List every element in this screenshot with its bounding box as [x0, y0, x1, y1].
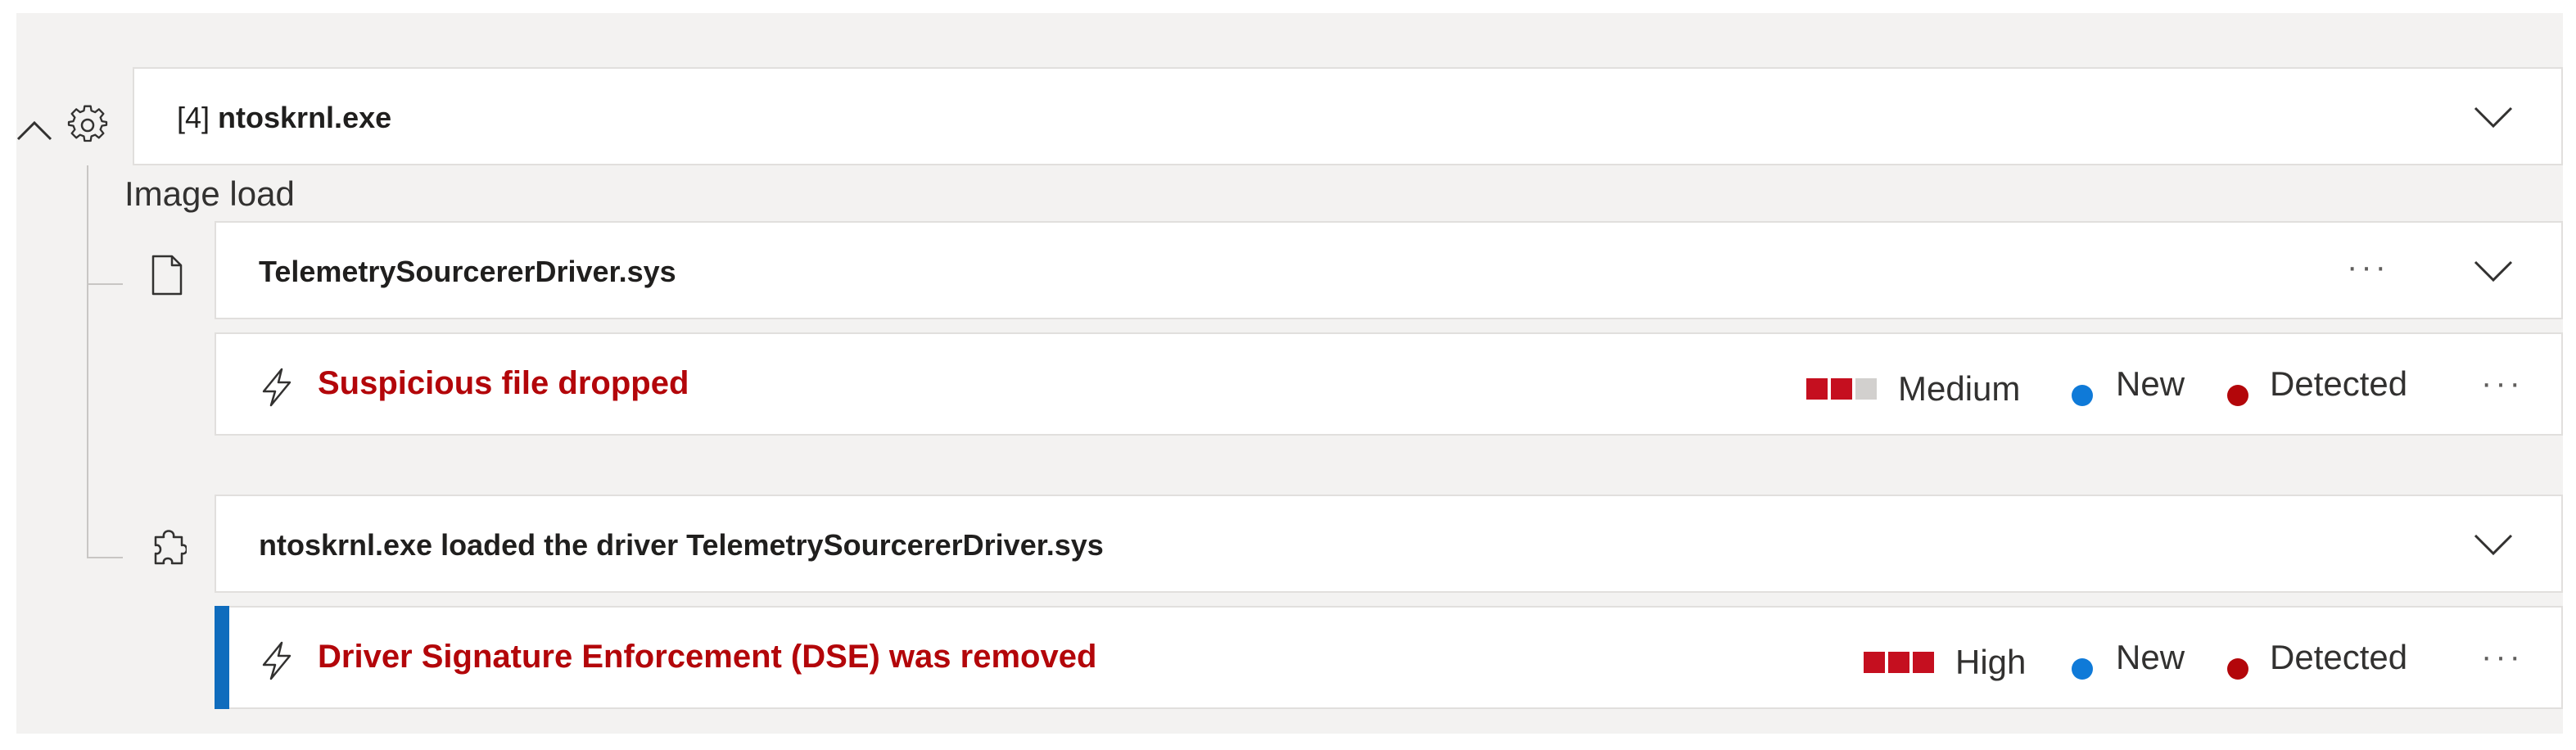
- document-icon: [151, 255, 183, 296]
- status-label: New: [2116, 364, 2185, 403]
- status-new-dot: [2072, 658, 2093, 680]
- alert-card-selected[interactable]: Driver Signature Enforcement (DSE) was r…: [215, 606, 2563, 709]
- file-node-icon: [151, 254, 183, 296]
- alert-icon: [259, 367, 295, 408]
- severity-indicator: [1864, 652, 1937, 673]
- file-name: TelemetrySourcererDriver.sys: [259, 255, 676, 288]
- process-pid: [4]: [177, 101, 210, 134]
- chevron-down-icon: [2474, 260, 2513, 282]
- detection-label: Detected: [2270, 364, 2408, 403]
- alert-title: Driver Signature Enforcement (DSE) was r…: [318, 639, 1097, 675]
- chevron-up-icon: [16, 120, 52, 141]
- detection-dot: [2227, 658, 2248, 680]
- more-options-button[interactable]: ···: [2481, 367, 2524, 400]
- more-options-button[interactable]: ···: [2347, 251, 2389, 283]
- alert-card[interactable]: Suspicious file dropped Medium New Detec…: [215, 332, 2563, 436]
- more-options-button[interactable]: ···: [2481, 640, 2524, 673]
- expand-button[interactable]: [2473, 100, 2514, 133]
- gear-icon: [67, 105, 108, 142]
- chevron-down-icon: [2474, 106, 2513, 129]
- tree-line-vertical: [87, 165, 88, 558]
- collapse-toggle[interactable]: [16, 111, 52, 144]
- tree-line-branch-file: [87, 283, 123, 285]
- alert-title: Suspicious file dropped: [318, 365, 689, 401]
- tree-line-branch-driver: [87, 557, 123, 558]
- process-name: ntoskrnl.exe: [218, 101, 392, 134]
- chevron-down-icon: [2474, 534, 2513, 556]
- driver-node-icon: [151, 527, 187, 567]
- expand-button[interactable]: [2473, 527, 2514, 560]
- driver-description: ntoskrnl.exe loaded the driver Telemetry…: [259, 528, 1104, 562]
- severity-indicator: [1806, 378, 1880, 400]
- process-title: [4] ntoskrnl.exe: [177, 103, 391, 133]
- driver-card[interactable]: ntoskrnl.exe loaded the driver Telemetry…: [215, 495, 2563, 593]
- severity-bar-3: [1913, 652, 1934, 673]
- file-card[interactable]: TelemetrySourcererDriver.sys ···: [215, 221, 2563, 319]
- lightning-icon: [262, 641, 291, 680]
- selected-accent-bar: [215, 606, 229, 709]
- severity-label: High: [1955, 643, 2027, 681]
- severity-bar-3: [1855, 378, 1877, 400]
- severity-bar-2: [1831, 378, 1852, 400]
- expand-button[interactable]: [2473, 254, 2514, 287]
- status-new-dot: [2072, 385, 2093, 406]
- severity-bar-1: [1806, 378, 1828, 400]
- severity-bar-2: [1888, 652, 1909, 673]
- puzzle-icon: [154, 530, 187, 565]
- lightning-icon: [262, 368, 291, 407]
- severity-label: Medium: [1898, 369, 2021, 408]
- detection-dot: [2227, 385, 2248, 406]
- section-label: Image load: [124, 174, 295, 213]
- detection-label: Detected: [2270, 638, 2408, 676]
- process-card[interactable]: [4] ntoskrnl.exe: [133, 67, 2563, 165]
- severity-bar-1: [1864, 652, 1885, 673]
- alert-icon: [259, 640, 295, 681]
- process-tree-panel: [4] ntoskrnl.exe Image load TelemetrySou…: [16, 13, 2563, 734]
- status-label: New: [2116, 638, 2185, 676]
- process-icon: [67, 105, 108, 146]
